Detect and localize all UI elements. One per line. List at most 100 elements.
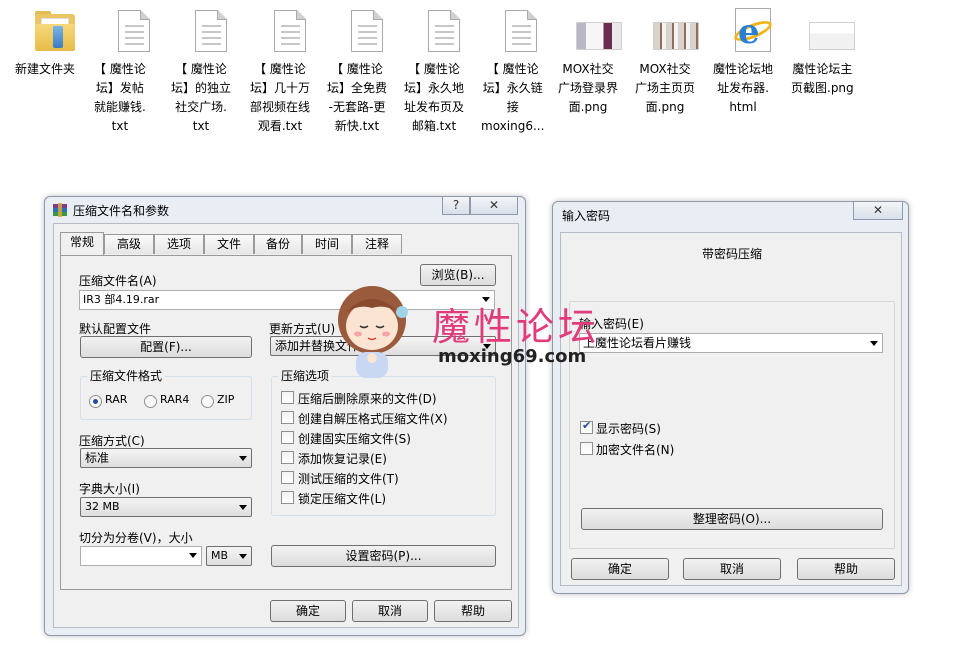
image-file-icon [651, 8, 699, 56]
test-label: 测试压缩的文件(T) [298, 472, 399, 486]
dict-size-label: 字典大小(I) [79, 482, 140, 496]
format-rar-radio[interactable] [89, 395, 102, 408]
tab-general[interactable]: 常规 [60, 232, 104, 255]
chevron-down-icon [239, 456, 247, 461]
show-password-checkbox[interactable] [580, 419, 593, 434]
tab-files[interactable]: 文件 [204, 234, 254, 254]
split-label: 切分为分卷(V)，大小 [79, 531, 193, 545]
image-file-icon [574, 8, 622, 56]
file-label: MOX社交 广场登录界 面.png [558, 62, 619, 114]
format-group-title: 压缩文件格式 [87, 369, 166, 383]
desktop-file-new-folder[interactable]: 新建文件夹 [15, 8, 95, 76]
options-group-title: 压缩选项 [278, 369, 333, 383]
format-rar4-radio[interactable] [144, 395, 157, 408]
archive-name-label: 压缩文件名(A) [79, 274, 157, 288]
dict-size-select[interactable]: 32 MB [80, 497, 252, 517]
cancel-button[interactable]: 取消 [683, 558, 781, 580]
format-zip-radio[interactable] [201, 395, 214, 408]
desktop-file-png-3[interactable]: 魔性论坛主 页截图.png [791, 8, 871, 95]
archive-dialog-title: 压缩文件名和参数 [73, 204, 170, 218]
encrypt-names-label: 加密文件名(N) [596, 443, 675, 457]
folder-icon [31, 8, 79, 56]
test-checkbox[interactable] [281, 471, 294, 484]
chevron-down-icon [239, 505, 247, 510]
encrypt-names-checkbox[interactable] [580, 442, 593, 455]
split-size-input[interactable] [80, 546, 202, 566]
archive-dialog-client: 常规 高级 选项 文件 备份 时间 注释 压缩文件名(A) 浏览(B)... I… [53, 223, 519, 628]
solid-checkbox[interactable] [281, 431, 294, 444]
help-button[interactable]: 帮助 [797, 558, 895, 580]
profiles-button[interactable]: 配置(F)... [80, 336, 252, 358]
password-dialog-client: 带密码压缩 输入密码(E) 上魔性论坛看片赚钱 显示密码(S) 加密文件名(N)… [560, 232, 902, 586]
desktop-file-txt-3[interactable]: 【 魔性论 坛】几十万 部视频在线 观看.txt [250, 8, 330, 133]
file-label: 魔性论坛地 址发布器. html [713, 62, 774, 114]
format-rar4-label: RAR4 [160, 393, 190, 406]
file-label: 【 魔性论 坛】发帖 就能赚钱. txt [94, 62, 146, 133]
mascot-girl-icon [338, 286, 408, 378]
text-file-icon [420, 8, 468, 56]
tab-options[interactable]: 选项 [154, 234, 204, 254]
file-label: 【 魔性论 坛】永久链 接 moxing6... [481, 62, 545, 133]
archive-dialog-titlebar[interactable]: 压缩文件名和参数 ? ✕ [45, 197, 525, 221]
format-zip-label: ZIP [217, 393, 235, 406]
desktop-file-area: 新建文件夹 【 魔性论 坛】发帖 就能赚钱. txt 【 魔性论 坛】的独立 社… [0, 0, 960, 150]
file-label: 魔性论坛主 页截图.png [791, 62, 854, 95]
archive-dialog: 压缩文件名和参数 ? ✕ 常规 高级 选项 文件 备份 时间 注释 压缩文件名(… [44, 196, 526, 636]
delete-after-checkbox[interactable] [281, 391, 294, 404]
watermark-url: moxing69.com [438, 346, 587, 367]
tab-backup[interactable]: 备份 [254, 234, 302, 254]
browse-button[interactable]: 浏览(B)... [420, 264, 496, 286]
sfx-label: 创建自解压格式压缩文件(X) [298, 412, 448, 426]
cancel-button[interactable]: 取消 [352, 600, 428, 622]
default-profile-label: 默认配置文件 [79, 322, 152, 336]
text-file-icon [497, 8, 545, 56]
password-input[interactable]: 上魔性论坛看片赚钱 [579, 333, 883, 353]
file-label: MOX社交 广场主页页 面.png [635, 62, 696, 114]
help-button[interactable]: 帮助 [434, 600, 512, 622]
options-group: 压缩选项 压缩后删除原来的文件(D) 创建自解压格式压缩文件(X) 创建固实压缩… [271, 369, 496, 516]
lock-checkbox[interactable] [281, 491, 294, 504]
lock-label: 锁定压缩文件(L) [298, 492, 387, 506]
file-label: 【 魔性论 坛】的独立 社交广场. txt [171, 62, 232, 133]
tab-advanced[interactable]: 高级 [104, 234, 154, 254]
winrar-icon [53, 203, 67, 217]
text-file-icon [266, 8, 314, 56]
desktop-file-png-1[interactable]: MOX社交 广场登录界 面.png [558, 8, 638, 114]
watermark-text: 魔性论坛 [432, 305, 601, 349]
ok-button[interactable]: 确定 [571, 558, 669, 580]
desktop-file-txt-5[interactable]: 【 魔性论 坛】永久地 址发布页及 邮箱.txt [404, 8, 484, 133]
password-heading: 带密码压缩 [701, 247, 762, 261]
ok-button[interactable]: 确定 [270, 600, 346, 622]
organize-passwords-button[interactable]: 整理密码(O)... [581, 508, 883, 530]
tab-strip: 常规 高级 选项 文件 备份 时间 注释 [60, 232, 510, 256]
ie-html-icon: e [729, 8, 777, 56]
password-dialog: 输入密码 ✕ 带密码压缩 输入密码(E) 上魔性论坛看片赚钱 显示密码(S) 加… [552, 201, 909, 594]
method-label: 压缩方式(C) [79, 434, 145, 448]
recovery-checkbox[interactable] [281, 451, 294, 464]
desktop-file-html[interactable]: e 魔性论坛地 址发布器. html [713, 8, 793, 114]
password-dialog-title: 输入密码 [562, 209, 611, 223]
help-question-button[interactable]: ? [442, 197, 470, 215]
chevron-down-icon [870, 341, 878, 346]
tab-comment[interactable]: 注释 [352, 234, 402, 254]
file-label: 【 魔性论 坛】全免费 -无套路-更 新快.txt [327, 62, 388, 133]
method-select[interactable]: 标准 [80, 448, 252, 468]
close-button[interactable]: ✕ [470, 197, 518, 215]
show-password-label: 显示密码(S) [596, 422, 661, 436]
file-label: 新建文件夹 [15, 62, 76, 76]
split-unit-select[interactable]: MB [206, 546, 252, 566]
sfx-checkbox[interactable] [281, 411, 294, 424]
password-dialog-titlebar[interactable]: 输入密码 ✕ [553, 202, 908, 226]
set-password-button[interactable]: 设置密码(P)... [271, 545, 496, 567]
desktop-file-txt-4[interactable]: 【 魔性论 坛】全免费 -无套路-更 新快.txt [327, 8, 407, 133]
format-group: 压缩文件格式 RAR RAR4 ZIP [80, 369, 252, 420]
text-file-icon [187, 8, 235, 56]
tab-time[interactable]: 时间 [302, 234, 352, 254]
format-rar-label: RAR [105, 393, 128, 406]
delete-after-label: 压缩后删除原来的文件(D) [298, 392, 437, 406]
desktop-file-txt-1[interactable]: 【 魔性论 坛】发帖 就能赚钱. txt [94, 8, 174, 133]
desktop-file-txt-6[interactable]: 【 魔性论 坛】永久链 接 moxing6... [481, 8, 561, 133]
desktop-file-txt-2[interactable]: 【 魔性论 坛】的独立 社交广场. txt [171, 8, 251, 133]
desktop-file-png-2[interactable]: MOX社交 广场主页页 面.png [635, 8, 715, 114]
close-button[interactable]: ✕ [853, 202, 903, 220]
